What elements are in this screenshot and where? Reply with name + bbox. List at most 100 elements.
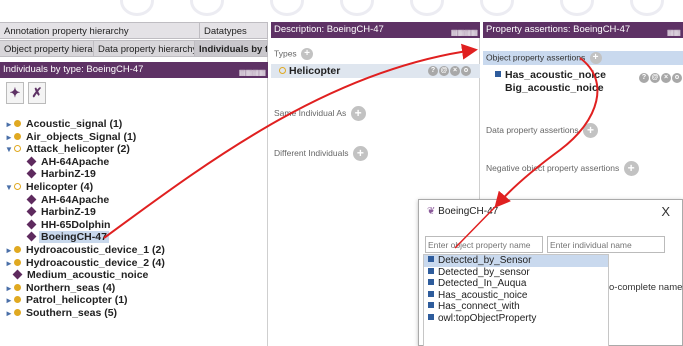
class-icon	[14, 120, 21, 127]
add-negative-assertion-icon[interactable]: +	[623, 161, 639, 176]
data-assertions-section: Data property assertions +	[486, 123, 598, 138]
type-row-controls: ? @ × o	[428, 66, 471, 76]
tab-data-property-hierarchy[interactable]: Data property hierarchy	[94, 40, 195, 57]
property-option-label: Has_acoustic_noice	[438, 289, 528, 301]
tree-row[interactable]: ▼ Helicopter (4)	[0, 181, 268, 194]
add-different-individual-icon[interactable]: +	[352, 146, 368, 161]
tab-annotation-property-hierarchy[interactable]: Annotation property hierarchy	[0, 22, 200, 39]
property-option[interactable]: Detected_by_Sensor	[424, 255, 608, 267]
tree-row[interactable]: HarbinZ-19	[0, 206, 268, 219]
negative-assertions-label: Negative object property assertions	[486, 162, 620, 173]
tree-row[interactable]: BoeingCH-47	[0, 231, 268, 244]
property-suggestions-dropdown: Detected_by_Sensor Detected_by_sensor Dete…	[423, 254, 609, 346]
tree-row-label: Air_objects_Signal (1)	[26, 130, 137, 143]
add-object-assertion-icon[interactable]: +	[589, 52, 602, 64]
individuals-view-header: Individuals by type: BoeingCH-47 ▦▦▦▦	[0, 62, 268, 78]
property-option[interactable]: owl:topObjectProperty	[424, 313, 608, 325]
tree-row[interactable]: ► Northern_seas (4)	[0, 282, 268, 295]
tree-row[interactable]: ► Hydroacoustic_device_2 (4)	[0, 257, 268, 270]
tab-datatypes[interactable]: Datatypes	[200, 22, 268, 39]
tree-row-label: AH-64Apache	[41, 193, 110, 206]
property-assertions-view-header: Property assertions: BoeingCH-47 ▦▦	[483, 22, 683, 38]
object-property-icon	[428, 313, 434, 320]
types-section: Types +	[274, 48, 314, 60]
data-assertions-label: Data property assertions	[486, 124, 579, 135]
tree-row[interactable]: ► Patrol_helicopter (1)	[0, 294, 268, 307]
tree-row-label: Medium_acoustic_noice	[27, 269, 149, 282]
class-icon	[14, 258, 21, 266]
assertion-property: Has_acoustic_noice	[495, 69, 606, 81]
add-individual-icon[interactable]: ✦	[6, 82, 24, 104]
individual-icon	[26, 168, 37, 179]
tree-row[interactable]: ▼ Attack_helicopter (2)	[0, 143, 268, 156]
individuals-pane: Annotation property hierarchy Datatypes …	[0, 22, 268, 346]
individuals-tree: ► Acoustic_signal (1) ► Air_objects_Signal …	[0, 118, 268, 320]
property-option-label: Detected_by_Sensor	[438, 255, 532, 266]
class-icon	[14, 308, 21, 316]
tree-row[interactable]: ► Air_objects_Signal (1)	[0, 131, 268, 144]
individual-icon	[26, 156, 37, 167]
class-icon	[14, 283, 21, 291]
tree-row[interactable]: HH-65Dolphin	[0, 219, 268, 232]
tree-row[interactable]: AH-64Apache	[0, 156, 268, 169]
dialog-title: ❦ BoeingCH-47	[427, 206, 499, 217]
protege-logo-icon: ❦	[427, 206, 436, 217]
tree-row[interactable]: ► Acoustic_signal (1)	[0, 118, 268, 131]
tree-row[interactable]: ► Hydroacoustic_device_1 (2)	[0, 244, 268, 257]
edit-icon[interactable]: o	[461, 66, 471, 76]
tree-row[interactable]: AH-64Apache	[0, 194, 268, 207]
assertion-value: Big_acoustic_noice	[505, 82, 604, 94]
individuals-toolbar: ✦ ✗	[6, 82, 46, 106]
annotate-icon[interactable]: ?	[639, 73, 649, 83]
annotate-icon[interactable]: ?	[428, 66, 438, 76]
negative-assertions-section: Negative object property assertions +	[486, 161, 639, 176]
tree-row-label: Northern_seas (4)	[26, 281, 116, 294]
object-property-icon	[428, 267, 434, 274]
object-property-icon	[428, 290, 434, 297]
object-property-name-input[interactable]	[425, 236, 543, 253]
same-individual-label: Same Individual As	[274, 107, 347, 118]
tab-individuals-by-type[interactable]: Individuals by type	[195, 40, 268, 57]
property-option-label: owl:topObjectProperty	[438, 312, 537, 324]
property-option[interactable]: Detected_In_Auqua	[424, 278, 608, 290]
object-property-icon	[428, 302, 434, 309]
close-icon[interactable]: X	[661, 204, 670, 219]
property-option-label: Has_connect_with	[438, 301, 520, 313]
property-option[interactable]: Detected_by_sensor	[424, 267, 608, 279]
property-assertions-view-title: Property assertions: BoeingCH-47	[486, 24, 631, 35]
view-window-controls-icon[interactable]: ▦▦	[667, 25, 681, 41]
add-type-icon[interactable]: +	[301, 48, 314, 60]
class-icon	[14, 245, 21, 253]
tree-row[interactable]: Medium_acoustic_noice	[0, 269, 268, 282]
individual-name-input[interactable]	[547, 236, 665, 253]
add-data-assertion-icon[interactable]: +	[582, 123, 598, 138]
tree-row-label: Southern_seas (5)	[26, 306, 118, 319]
individual-icon	[26, 206, 37, 217]
edit-icon[interactable]: o	[672, 73, 682, 83]
individual-icon	[26, 231, 37, 242]
tab-object-property-hierarchy[interactable]: Object property hierarchy	[0, 40, 94, 57]
individuals-view-title: Individuals by type: BoeingCH-47	[3, 64, 144, 75]
autocomplete-hint: o-complete names)	[609, 282, 683, 293]
tree-row-label: Helicopter (4)	[26, 180, 94, 193]
different-individuals-label: Different Individuals	[274, 147, 349, 158]
remove-icon[interactable]: ×	[661, 73, 671, 83]
remove-icon[interactable]: ×	[450, 66, 460, 76]
property-option[interactable]: Has_connect_with	[424, 301, 608, 313]
tree-row[interactable]: HarbinZ-19	[0, 168, 268, 181]
view-window-controls-icon[interactable]: ▦▦▦▦	[239, 65, 266, 81]
tree-row-label: Hydroacoustic_device_2 (4)	[26, 256, 165, 269]
tree-row[interactable]: ► Southern_seas (5)	[0, 307, 268, 320]
property-option[interactable]: Has_acoustic_noice	[424, 290, 608, 302]
object-assertions-label: Object property assertions	[486, 52, 586, 63]
property-option-label: Detected_by_sensor	[438, 266, 530, 278]
delete-individual-icon[interactable]: ✗	[28, 82, 46, 104]
add-same-individual-icon[interactable]: +	[350, 106, 366, 121]
types-label: Types	[274, 48, 297, 59]
object-property-icon	[428, 279, 434, 286]
expand-toggle-icon[interactable]: ►	[4, 308, 14, 321]
explain-icon[interactable]: @	[439, 66, 449, 76]
explain-icon[interactable]: @	[650, 73, 660, 83]
individual-icon	[26, 219, 37, 230]
view-window-controls-icon[interactable]: ▦▦▦▦	[451, 25, 478, 41]
